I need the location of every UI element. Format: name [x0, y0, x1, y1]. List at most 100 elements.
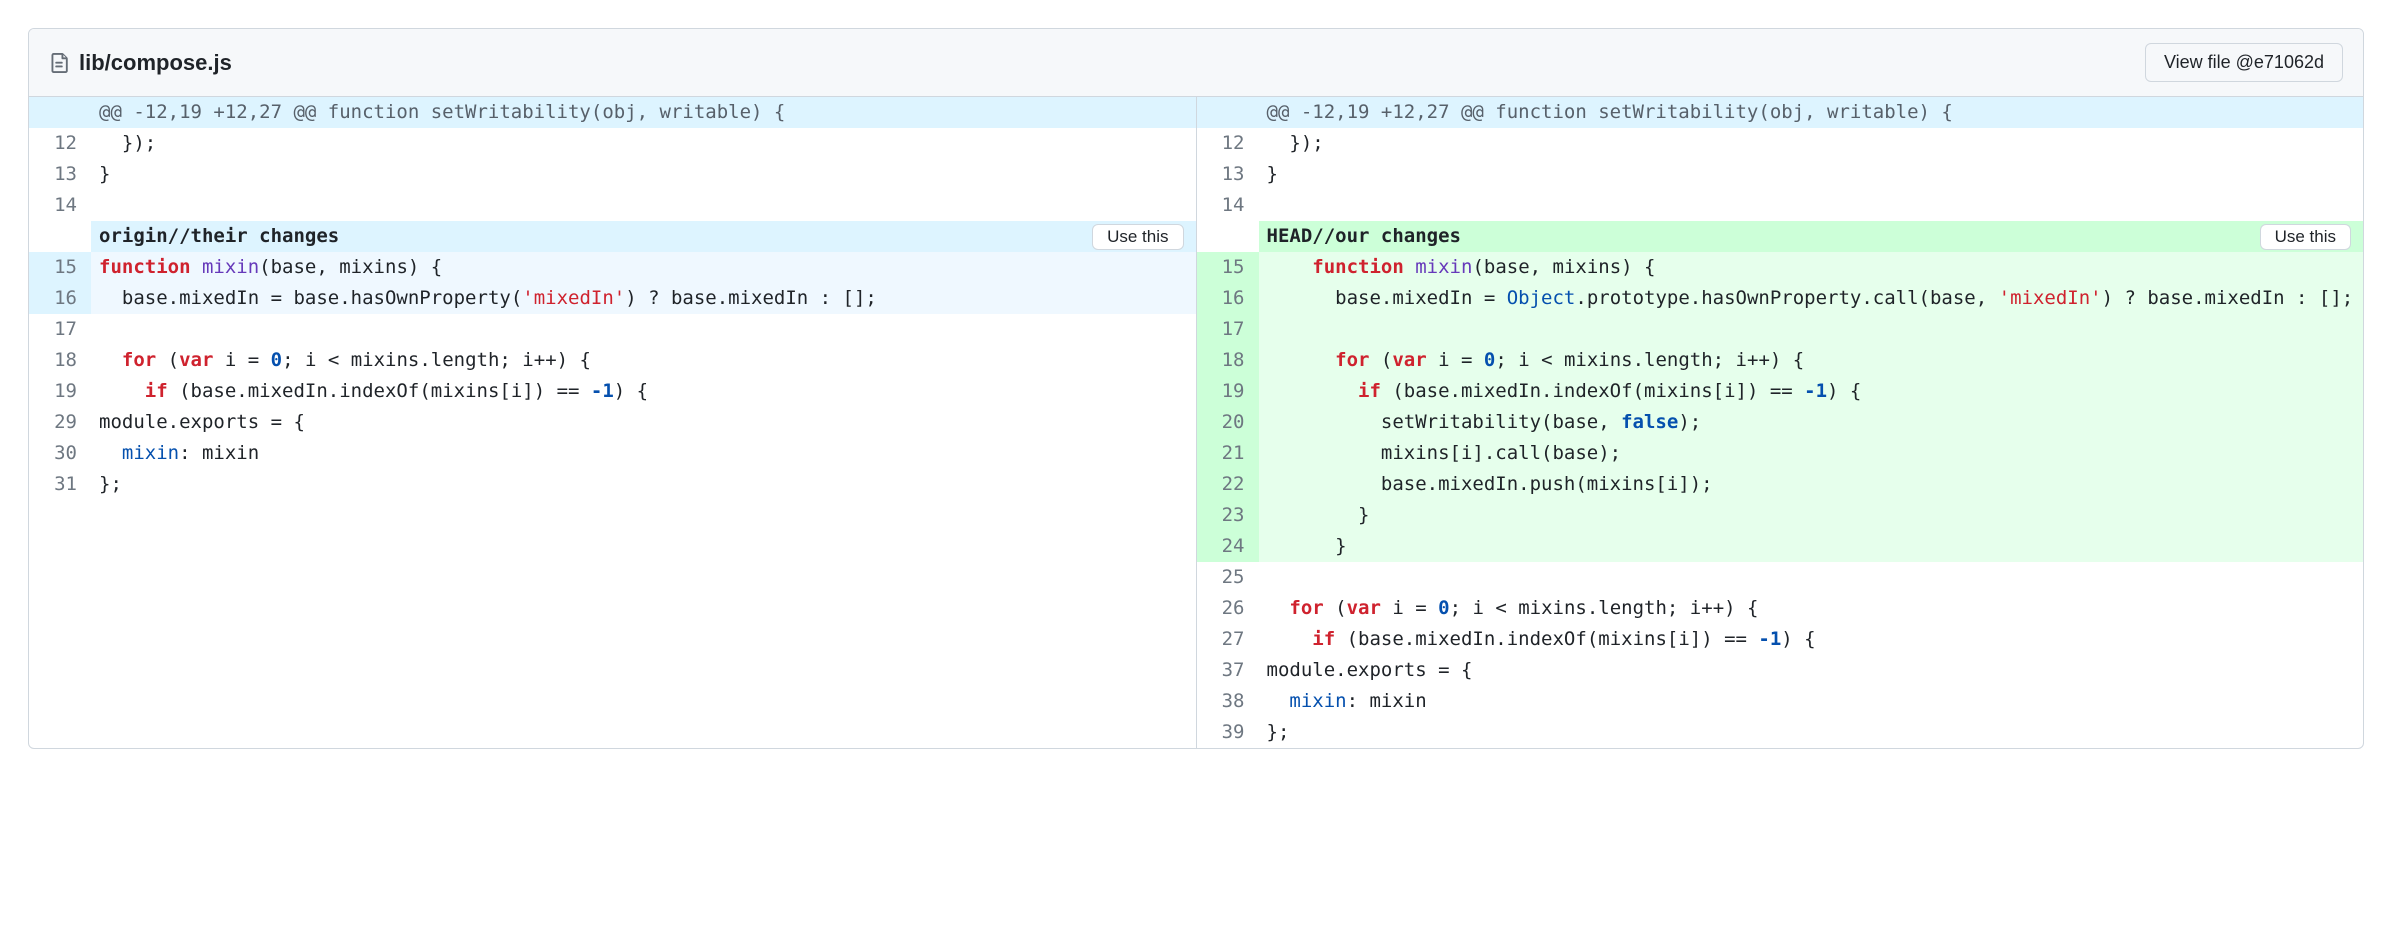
- code-row: 18 for (var i = 0; i < mixins.length; i+…: [29, 345, 1196, 376]
- code-row: 14: [29, 190, 1196, 221]
- line-number: 31: [29, 469, 91, 500]
- line-number: 12: [1197, 128, 1259, 159]
- hunk-header-text: @@ -12,19 +12,27 @@ function setWritabil…: [91, 97, 1196, 128]
- line-number: 21: [1197, 438, 1259, 469]
- use-this-button-theirs[interactable]: Use this: [1092, 224, 1183, 250]
- file-header: lib/compose.js View file @e71062d: [29, 29, 2363, 97]
- line-number: 38: [1197, 686, 1259, 717]
- conflict-header-content: origin//their changes Use this: [91, 221, 1196, 252]
- code-row: 20 setWritability(base, false);: [1197, 407, 2364, 438]
- conflict-label: origin//their changes: [99, 221, 339, 252]
- code-row: 30 mixin: mixin: [29, 438, 1196, 469]
- line-number: 14: [1197, 190, 1259, 221]
- code-row: 22 base.mixedIn.push(mixins[i]);: [1197, 469, 2364, 500]
- code-row: 15 function mixin(base, mixins) {: [29, 252, 1196, 283]
- line-code: for (var i = 0; i < mixins.length; i++) …: [91, 345, 1196, 376]
- code-row: 25: [1197, 562, 2364, 593]
- line-number: 18: [1197, 345, 1259, 376]
- hunk-header-text: @@ -12,19 +12,27 @@ function setWritabil…: [1259, 97, 2364, 128]
- line-code: setWritability(base, false);: [1259, 407, 2364, 438]
- diff-side-right: @@ -12,19 +12,27 @@ function setWritabil…: [1197, 97, 2364, 748]
- code-row: 14: [1197, 190, 2364, 221]
- diff-side-left: @@ -12,19 +12,27 @@ function setWritabil…: [29, 97, 1197, 748]
- code-row: 24 }: [1197, 531, 2364, 562]
- line-code: [1259, 562, 2364, 593]
- code-row: 13 }: [29, 159, 1196, 190]
- line-number: [29, 97, 91, 128]
- diff-body: @@ -12,19 +12,27 @@ function setWritabil…: [29, 97, 2363, 748]
- line-number: 23: [1197, 500, 1259, 531]
- code-row: 12 });: [1197, 128, 2364, 159]
- line-code: module.exports = {: [1259, 655, 2364, 686]
- line-code: base.mixedIn.push(mixins[i]);: [1259, 469, 2364, 500]
- conflict-header-ours: HEAD//our changes Use this: [1197, 221, 2364, 252]
- line-number: 16: [29, 283, 91, 314]
- line-code: base.mixedIn = Object.prototype.hasOwnPr…: [1259, 283, 2364, 314]
- line-number: 19: [29, 376, 91, 407]
- code-row: 13 }: [1197, 159, 2364, 190]
- line-code: }: [1259, 500, 2364, 531]
- code-row: 19 if (base.mixedIn.indexOf(mixins[i]) =…: [1197, 376, 2364, 407]
- line-number: 14: [29, 190, 91, 221]
- line-number: 30: [29, 438, 91, 469]
- file-path[interactable]: lib/compose.js: [79, 50, 232, 76]
- line-number: 39: [1197, 717, 1259, 748]
- line-code: }: [91, 159, 1196, 190]
- line-code: });: [1259, 128, 2364, 159]
- line-number: 27: [1197, 624, 1259, 655]
- line-code: module.exports = {: [91, 407, 1196, 438]
- line-code: [91, 190, 1196, 221]
- line-number: 37: [1197, 655, 1259, 686]
- code-row: 15 function mixin(base, mixins) {: [1197, 252, 2364, 283]
- line-number: 18: [29, 345, 91, 376]
- line-code: if (base.mixedIn.indexOf(mixins[i]) == -…: [1259, 376, 2364, 407]
- code-row: 38 mixin: mixin: [1197, 686, 2364, 717]
- line-code: [1259, 314, 2364, 345]
- file-header-left: lib/compose.js: [49, 50, 232, 76]
- code-row: 16 base.mixedIn = base.hasOwnProperty('m…: [29, 283, 1196, 314]
- line-number: 17: [29, 314, 91, 345]
- line-number: 29: [29, 407, 91, 438]
- code-row: 31 };: [29, 469, 1196, 500]
- line-code: });: [91, 128, 1196, 159]
- line-number: 17: [1197, 314, 1259, 345]
- line-number: 12: [29, 128, 91, 159]
- code-row: 17: [1197, 314, 2364, 345]
- line-number: 22: [1197, 469, 1259, 500]
- line-code: }: [1259, 531, 2364, 562]
- use-this-button-ours[interactable]: Use this: [2260, 224, 2351, 250]
- view-file-button[interactable]: View file @e71062d: [2145, 43, 2343, 82]
- line-code: }: [1259, 159, 2364, 190]
- conflict-label: HEAD//our changes: [1267, 221, 1461, 252]
- line-number: 15: [29, 252, 91, 283]
- code-row: 12 });: [29, 128, 1196, 159]
- code-row: 39 };: [1197, 717, 2364, 748]
- line-number: 25: [1197, 562, 1259, 593]
- line-code: function mixin(base, mixins) {: [1259, 252, 2364, 283]
- code-row: 19 if (base.mixedIn.indexOf(mixins[i]) =…: [29, 376, 1196, 407]
- line-code: [91, 314, 1196, 345]
- line-code: if (base.mixedIn.indexOf(mixins[i]) == -…: [1259, 624, 2364, 655]
- line-number: 19: [1197, 376, 1259, 407]
- code-row: 23 }: [1197, 500, 2364, 531]
- line-code: mixins[i].call(base);: [1259, 438, 2364, 469]
- line-code: for (var i = 0; i < mixins.length; i++) …: [1259, 345, 2364, 376]
- conflict-header-content: HEAD//our changes Use this: [1259, 221, 2364, 252]
- line-number: 26: [1197, 593, 1259, 624]
- diff-container: lib/compose.js View file @e71062d @@ -12…: [28, 28, 2364, 749]
- line-number: 13: [29, 159, 91, 190]
- code-row: 37 module.exports = {: [1197, 655, 2364, 686]
- line-number: [1197, 97, 1259, 128]
- line-code: mixin: mixin: [1259, 686, 2364, 717]
- line-number: 24: [1197, 531, 1259, 562]
- code-row: 18 for (var i = 0; i < mixins.length; i+…: [1197, 345, 2364, 376]
- line-code: if (base.mixedIn.indexOf(mixins[i]) == -…: [91, 376, 1196, 407]
- file-icon: [49, 51, 69, 75]
- line-code: mixin: mixin: [91, 438, 1196, 469]
- line-code: for (var i = 0; i < mixins.length; i++) …: [1259, 593, 2364, 624]
- line-number: 16: [1197, 283, 1259, 314]
- line-code: };: [1259, 717, 2364, 748]
- line-number: 20: [1197, 407, 1259, 438]
- code-row: 17: [29, 314, 1196, 345]
- hunk-header: @@ -12,19 +12,27 @@ function setWritabil…: [1197, 97, 2364, 128]
